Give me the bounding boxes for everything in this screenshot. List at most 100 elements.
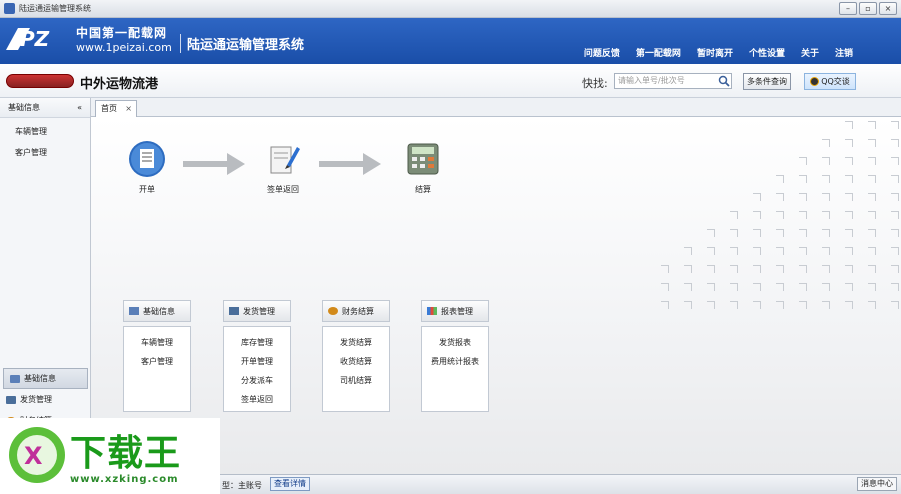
pattern-mark bbox=[799, 265, 807, 273]
pattern-mark bbox=[730, 283, 738, 291]
pattern-mark bbox=[845, 121, 853, 129]
qq-chat-button[interactable]: QQ交谈 bbox=[804, 73, 856, 90]
pattern-mark bbox=[799, 247, 807, 255]
window-title: 陆运通运输管理系统 bbox=[19, 4, 91, 13]
pattern-mark bbox=[868, 247, 876, 255]
view-detail-button[interactable]: 查看详情 bbox=[270, 477, 310, 491]
arrow-icon bbox=[183, 153, 245, 175]
pattern-mark bbox=[684, 301, 692, 309]
quick-find-input[interactable]: 请输入单号/批次号 bbox=[614, 73, 732, 89]
minimize-button[interactable]: – bbox=[839, 2, 857, 15]
pattern-mark bbox=[799, 193, 807, 201]
nav-about[interactable]: 关于 bbox=[801, 46, 819, 59]
search-icon[interactable] bbox=[718, 75, 730, 87]
collapse-icon[interactable]: « bbox=[77, 103, 82, 112]
pattern-mark bbox=[868, 211, 876, 219]
pattern-mark bbox=[707, 229, 715, 237]
module-link[interactable]: 发货结算 bbox=[323, 333, 389, 352]
module-link[interactable]: 车辆管理 bbox=[124, 333, 190, 352]
sidebar-group-basic[interactable]: 基础信息 bbox=[3, 368, 88, 389]
tab-label: 首页 bbox=[101, 104, 117, 113]
module-header: 基础信息 bbox=[123, 300, 191, 322]
quick-find-label: 快找: bbox=[582, 77, 608, 90]
pattern-mark bbox=[891, 283, 899, 291]
maximize-button[interactable]: ▫ bbox=[859, 2, 877, 15]
pattern-mark bbox=[753, 229, 761, 237]
qq-icon bbox=[810, 77, 820, 86]
nav-away[interactable]: 暂时离开 bbox=[697, 46, 733, 59]
pattern-mark bbox=[661, 283, 669, 291]
pattern-mark bbox=[868, 121, 876, 129]
module-title: 发货管理 bbox=[243, 306, 275, 316]
sidebar-group-label: 基础信息 bbox=[24, 374, 56, 383]
nav-feedback[interactable]: 问题反馈 bbox=[584, 46, 620, 59]
pattern-mark bbox=[891, 247, 899, 255]
pattern-mark bbox=[822, 175, 830, 183]
pattern-mark bbox=[845, 283, 853, 291]
arrow-icon bbox=[319, 153, 381, 175]
pattern-mark bbox=[868, 229, 876, 237]
pattern-mark bbox=[822, 211, 830, 219]
module-link[interactable]: 费用统计报表 bbox=[422, 352, 488, 371]
module-link[interactable]: 客户管理 bbox=[124, 352, 190, 371]
calculator-icon bbox=[407, 143, 439, 175]
svg-text:X: X bbox=[24, 442, 43, 470]
pattern-mark bbox=[776, 265, 784, 273]
sidebar-title: 基础信息 bbox=[8, 103, 40, 112]
module-body: 发货结算 收货结算 司机结算 bbox=[322, 326, 390, 412]
pattern-mark bbox=[707, 265, 715, 273]
module-link[interactable]: 收货结算 bbox=[323, 352, 389, 371]
truck-icon bbox=[229, 307, 239, 315]
flow-node-order[interactable]: 开单 bbox=[117, 139, 177, 195]
pattern-mark bbox=[845, 265, 853, 273]
module-link[interactable]: 开单管理 bbox=[224, 352, 290, 371]
close-icon[interactable]: × bbox=[125, 101, 132, 116]
pattern-mark bbox=[753, 283, 761, 291]
nav-settings[interactable]: 个性设置 bbox=[749, 46, 785, 59]
advanced-query-button[interactable]: 多条件查询 bbox=[743, 73, 791, 90]
nav-1peizai[interactable]: 第一配载网 bbox=[636, 46, 681, 59]
module-link[interactable]: 分发派车 bbox=[224, 371, 290, 390]
watermark-url: www.xzking.com bbox=[70, 474, 179, 485]
qq-chat-label: QQ交谈 bbox=[821, 77, 850, 86]
pattern-mark bbox=[730, 265, 738, 273]
pattern-mark bbox=[891, 301, 899, 309]
close-button[interactable]: × bbox=[879, 2, 897, 15]
app-icon bbox=[4, 3, 15, 14]
module-link[interactable]: 发货报表 bbox=[422, 333, 488, 352]
module-link[interactable]: 签单返回 bbox=[224, 390, 290, 409]
pattern-mark bbox=[822, 229, 830, 237]
pattern-mark bbox=[776, 283, 784, 291]
module-link[interactable]: 库存管理 bbox=[224, 333, 290, 352]
pattern-mark bbox=[799, 283, 807, 291]
flow-node-settlement[interactable]: 结算 bbox=[393, 139, 453, 195]
pattern-mark bbox=[776, 247, 784, 255]
sidebar-group-shipping[interactable]: 发货管理 bbox=[0, 389, 91, 410]
company-name: 中外运物流港 bbox=[80, 77, 159, 92]
pattern-mark bbox=[845, 211, 853, 219]
sidebar-item-vehicles[interactable]: 车辆管理 bbox=[0, 118, 90, 139]
pattern-mark bbox=[799, 301, 807, 309]
sidebar-item-customers[interactable]: 客户管理 bbox=[0, 139, 90, 160]
pattern-mark bbox=[845, 139, 853, 147]
download-watermark: X 下载王 www.xzking.com bbox=[0, 418, 220, 494]
module-title: 财务结算 bbox=[342, 306, 374, 316]
module-link[interactable]: 司机结算 bbox=[323, 371, 389, 390]
sidebar-group-label: 发货管理 bbox=[20, 395, 52, 404]
module-header: 报表管理 bbox=[421, 300, 489, 322]
pattern-mark bbox=[730, 211, 738, 219]
flow-label: 结算 bbox=[415, 185, 431, 194]
module-header: 财务结算 bbox=[322, 300, 390, 322]
document-icon bbox=[129, 141, 165, 177]
flow-node-sign-return[interactable]: 签单返回 bbox=[253, 139, 313, 195]
pattern-mark bbox=[684, 283, 692, 291]
pattern-mark bbox=[753, 301, 761, 309]
nav-logout[interactable]: 注销 bbox=[835, 46, 853, 59]
pattern-mark bbox=[868, 175, 876, 183]
pattern-mark bbox=[868, 283, 876, 291]
sub-header: 中外运物流港 快找: 请输入单号/批次号 多条件查询 QQ交谈 bbox=[0, 64, 901, 98]
pattern-mark bbox=[891, 121, 899, 129]
pattern-mark bbox=[822, 247, 830, 255]
message-center-button[interactable]: 消息中心 bbox=[857, 477, 897, 491]
tab-home[interactable]: 首页 × bbox=[95, 100, 137, 117]
